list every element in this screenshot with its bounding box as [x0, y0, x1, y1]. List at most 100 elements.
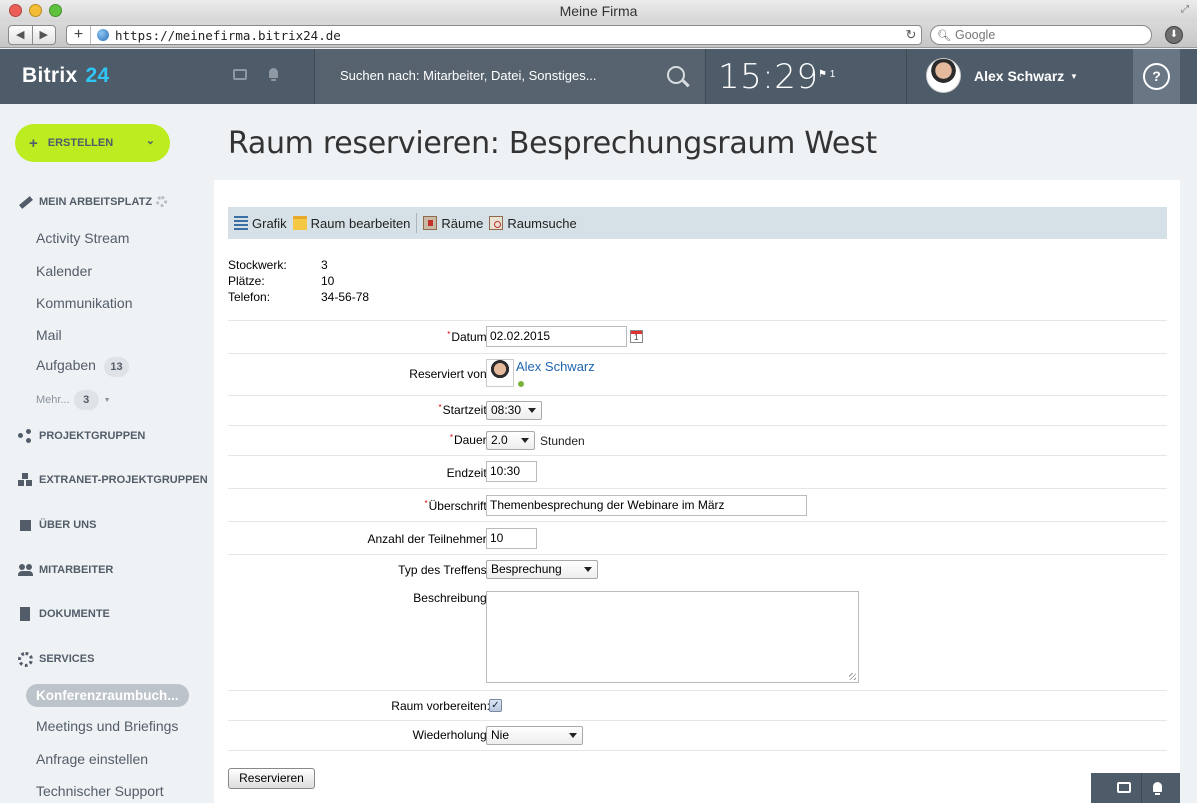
sidebar-more[interactable]: Mehr... 3 ▼: [36, 390, 111, 410]
info-key: Telefon:: [228, 290, 271, 304]
repeat-select[interactable]: Nie: [486, 726, 583, 745]
sidebar-section-projektgruppen[interactable]: PROJEKTGRUPPEN: [18, 429, 145, 443]
form-row-ueberschrift: *Überschrift: Themenbesprechung der Webi…: [228, 488, 1167, 521]
field-control: Themenbesprechung der Webinare im März: [486, 495, 807, 516]
end-time-input[interactable]: 10:30: [486, 461, 537, 482]
field-label: Endzeit:: [446, 466, 490, 480]
grafik-button[interactable]: Grafik: [234, 216, 287, 231]
sidebar-item-konferenzraum[interactable]: Konferenzraumbuch...: [26, 684, 189, 707]
sidebar-item-meetings[interactable]: Meetings und Briefings: [36, 718, 178, 734]
window-controls: [9, 4, 62, 17]
zoom-window-button[interactable]: [49, 4, 62, 17]
chevron-down-icon[interactable]: ▼: [1070, 72, 1078, 81]
sidebar-section-services[interactable]: SERVICES: [18, 652, 94, 667]
create-button[interactable]: + ERSTELLEN ⌄: [15, 124, 170, 162]
fullscreen-icon[interactable]: ⤢: [1179, 4, 1191, 16]
reserve-button[interactable]: Reservieren: [228, 768, 315, 789]
reload-icon[interactable]: ↻: [901, 27, 921, 43]
tool-label: Raum bearbeiten: [310, 215, 411, 231]
room-search-button[interactable]: Raumsuche: [489, 216, 577, 231]
field-control: ✓: [489, 699, 502, 712]
tool-label: Räume: [441, 215, 484, 231]
user-link[interactable]: Alex Schwarz: [516, 359, 595, 374]
globe-icon: [97, 29, 109, 41]
back-button[interactable]: ◀: [9, 26, 32, 44]
start-time-select[interactable]: 08:30: [486, 401, 542, 420]
required-marker: *: [438, 403, 442, 412]
search-icon[interactable]: [667, 66, 685, 84]
rooms-button[interactable]: Räume: [423, 216, 483, 231]
field-control: 08:30: [486, 401, 542, 420]
chat-icon[interactable]: [1117, 782, 1131, 793]
chat-icon[interactable]: [233, 69, 247, 80]
date-input[interactable]: 02.02.2015: [486, 326, 627, 347]
forward-button[interactable]: ▶: [31, 26, 56, 44]
required-marker: *: [447, 330, 451, 339]
sidebar-section-ueber-uns[interactable]: ÜBER UNS: [18, 518, 96, 532]
downloads-icon[interactable]: ⬇: [1165, 26, 1183, 44]
required-marker: *: [449, 433, 453, 442]
page-title: Raum reservieren: Besprechungsraum West: [228, 126, 877, 161]
form-row-wiederholung: Wiederholung: Nie: [228, 720, 1167, 751]
label-text: Dauer:: [453, 433, 490, 447]
clock[interactable]: 15:29: [718, 57, 818, 97]
chevron-down-icon: ▼: [103, 396, 111, 404]
gears-icon: [18, 652, 33, 667]
scrollbar[interactable]: [1180, 104, 1197, 803]
address-bar[interactable]: + https://meinefirma.bitrix24.de ↻: [66, 25, 922, 45]
form-row-dauer: *Dauer: 2.0 Stunden: [228, 425, 1167, 455]
flag-counter[interactable]: ⚑ 1: [818, 69, 835, 80]
sidebar-item-activity-stream[interactable]: Activity Stream: [36, 230, 129, 246]
participants-input[interactable]: 10: [486, 528, 537, 549]
sidebar-item-aufgaben[interactable]: Aufgaben 13: [36, 357, 129, 377]
meeting-type-select[interactable]: Besprechung: [486, 560, 598, 579]
sidebar-item-mail[interactable]: Mail: [36, 327, 62, 343]
url-text[interactable]: https://meinefirma.bitrix24.de: [115, 28, 901, 43]
header-divider: [705, 49, 706, 104]
sidebar-item-kalender[interactable]: Kalender: [36, 263, 92, 279]
field-label: Beschreibung:: [413, 591, 490, 605]
add-bookmark-button[interactable]: +: [67, 26, 91, 44]
browser-search-placeholder: Google: [954, 28, 996, 42]
edit-room-button[interactable]: Raum bearbeiten: [292, 215, 411, 231]
window-titlebar: Meine Firma ⤢: [0, 0, 1197, 22]
title-input[interactable]: Themenbesprechung der Webinare im März: [486, 495, 807, 516]
room-search-icon: [489, 216, 504, 230]
avatar[interactable]: [926, 58, 961, 93]
duration-unit: Stunden: [540, 433, 585, 448]
gear-icon[interactable]: [156, 196, 167, 207]
form-row-vorbereiten: Raum vorbereiten: ✓: [228, 690, 1167, 720]
bell-icon[interactable]: [268, 68, 279, 81]
logo[interactable]: Bitrix 24: [22, 64, 109, 88]
description-textarea[interactable]: [486, 591, 859, 683]
sidebar-item-kommunikation[interactable]: Kommunikation: [36, 295, 133, 311]
sidebar-section-mitarbeiter[interactable]: MITARBEITER: [18, 563, 113, 577]
label-text: Startzeit:: [442, 403, 490, 417]
bell-icon[interactable]: [1152, 782, 1163, 795]
label-text: Überschrift:: [428, 499, 490, 513]
field-label: Wiederholung:: [412, 728, 490, 742]
sidebar-section-workplace[interactable]: MEIN ARBEITSPLATZ: [18, 195, 152, 209]
info-key: Plätze:: [228, 274, 265, 288]
avatar[interactable]: [486, 359, 514, 387]
field-label: Reserviert von:: [409, 367, 490, 381]
sidebar-section-extranet[interactable]: EXTRANET-PROJEKTGRUPPEN: [18, 473, 208, 487]
chevron-down-icon: [528, 408, 536, 413]
sidebar-section-dokumente[interactable]: DOKUMENTE: [18, 607, 110, 621]
prepare-room-checkbox[interactable]: ✓: [489, 699, 502, 712]
header-search[interactable]: Suchen nach: Mitarbeiter, Datei, Sonstig…: [315, 49, 705, 104]
help-button[interactable]: ?: [1133, 49, 1180, 104]
required-marker: *: [424, 499, 428, 508]
sidebar-item-support[interactable]: Technischer Support: [36, 783, 164, 799]
browser-search-input[interactable]: 🔍︎ Google: [930, 25, 1152, 45]
duration-select[interactable]: 2.0: [486, 431, 535, 450]
minimize-window-button[interactable]: [29, 4, 42, 17]
count-badge: 3: [73, 390, 99, 410]
sidebar-item-anfrage[interactable]: Anfrage einstellen: [36, 751, 148, 767]
calendar-icon[interactable]: [630, 330, 643, 343]
section-label: MEIN ARBEITSPLATZ: [39, 196, 153, 208]
close-window-button[interactable]: [9, 4, 22, 17]
field-label: *Datum:: [447, 330, 490, 344]
user-name[interactable]: Alex Schwarz: [974, 68, 1064, 84]
section-label: EXTRANET-PROJEKTGRUPPEN: [39, 474, 208, 486]
